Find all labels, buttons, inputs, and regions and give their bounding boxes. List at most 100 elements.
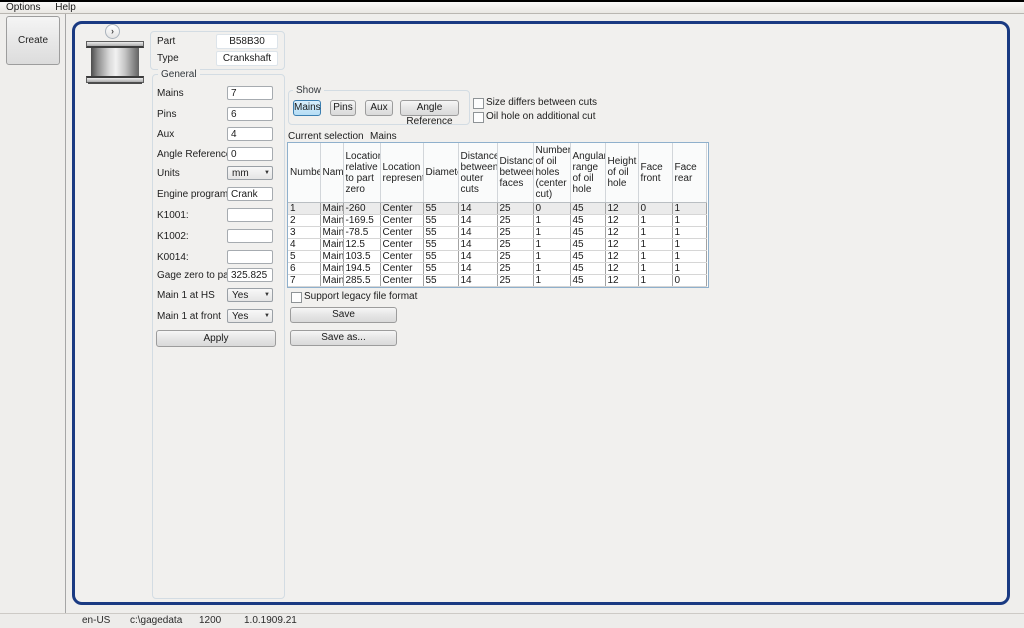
table-cell[interactable]: 12 [605, 275, 638, 287]
column-header[interactable]: Angular range of oil hole [570, 143, 605, 203]
table-cell[interactable]: -260 [343, 203, 380, 215]
table-cell[interactable]: Center [380, 251, 423, 263]
save-button[interactable]: Save [290, 307, 397, 323]
show-pins-button[interactable]: Pins [330, 100, 356, 116]
table-cell[interactable]: 55 [423, 227, 458, 239]
column-header[interactable]: Name [320, 143, 343, 203]
table-cell[interactable]: 7 [288, 275, 320, 287]
table-cell[interactable]: 103.5 [343, 251, 380, 263]
table-cell[interactable]: 14 [458, 275, 497, 287]
table-cell[interactable]: 12 [605, 251, 638, 263]
table-cell[interactable]: 55 [423, 215, 458, 227]
table-cell[interactable]: 45 [570, 215, 605, 227]
aux-input[interactable] [227, 127, 273, 141]
table-cell[interactable]: Main 1 [320, 203, 343, 215]
table-cell[interactable]: 25 [497, 239, 533, 251]
table-cell[interactable]: 14 [458, 227, 497, 239]
table-cell[interactable]: Center [380, 239, 423, 251]
table-cell[interactable]: 1 [638, 251, 672, 263]
table-cell[interactable]: Main 4 [320, 239, 343, 251]
table-cell[interactable]: 14 [458, 215, 497, 227]
table-cell[interactable]: 1 [638, 215, 672, 227]
table-cell[interactable]: 1 [533, 215, 570, 227]
table-cell[interactable]: 45 [570, 239, 605, 251]
table-cell[interactable]: 4 [288, 239, 320, 251]
column-header[interactable]: Distance between faces [497, 143, 533, 203]
column-header[interactable]: Face front [638, 143, 672, 203]
table-cell[interactable]: Center [380, 275, 423, 287]
table-cell[interactable]: Main 7 [320, 275, 343, 287]
table-cell[interactable]: 1 [533, 263, 570, 275]
table-cell[interactable]: 194.5 [343, 263, 380, 275]
table-cell[interactable]: 12 [605, 239, 638, 251]
show-mains-button[interactable]: Mains [293, 100, 321, 116]
units-select[interactable]: mm ▼ [227, 166, 273, 180]
table-cell[interactable]: 1 [533, 275, 570, 287]
table-cell[interactable]: 45 [570, 251, 605, 263]
table-cell[interactable]: 12 [605, 203, 638, 215]
menu-options[interactable]: Options [0, 2, 46, 13]
column-header[interactable]: Height of oil hole [605, 143, 638, 203]
table-cell[interactable]: Main 6 [320, 263, 343, 275]
table-cell[interactable]: 12 [605, 215, 638, 227]
table-cell[interactable]: Center [380, 215, 423, 227]
mains-input[interactable] [227, 86, 273, 100]
table-cell[interactable]: 6 [288, 263, 320, 275]
column-header[interactable]: Number [288, 143, 320, 203]
column-header[interactable]: Face rear [672, 143, 706, 203]
column-header[interactable]: Distance between outer cuts [458, 143, 497, 203]
save-as-button[interactable]: Save as... [290, 330, 397, 346]
column-header[interactable]: Number of oil holes (center cut) [533, 143, 570, 203]
table-cell[interactable]: 25 [497, 275, 533, 287]
table-cell[interactable]: 25 [497, 251, 533, 263]
apply-button[interactable]: Apply [156, 330, 276, 347]
show-aux-button[interactable]: Aux [365, 100, 393, 116]
table-cell[interactable]: 1 [672, 215, 706, 227]
table-cell[interactable]: 55 [423, 275, 458, 287]
table-cell[interactable]: 1 [533, 251, 570, 263]
table-cell[interactable]: 1 [638, 263, 672, 275]
legacy-format-checkbox[interactable] [291, 292, 302, 303]
table-cell[interactable]: 1 [638, 275, 672, 287]
table-cell[interactable]: Center [380, 227, 423, 239]
main1-hs-select[interactable]: Yes ▼ [227, 288, 273, 302]
column-header[interactable]: Diameter [423, 143, 458, 203]
table-cell[interactable]: -169.5 [343, 215, 380, 227]
table-cell[interactable]: 45 [570, 263, 605, 275]
table-cell[interactable]: 2 [288, 215, 320, 227]
table-cell[interactable]: 5 [288, 251, 320, 263]
table-cell[interactable]: 25 [497, 227, 533, 239]
table-cell[interactable]: 1 [533, 239, 570, 251]
menu-help[interactable]: Help [49, 2, 82, 13]
table-cell[interactable]: Main 5 [320, 251, 343, 263]
table-cell[interactable]: 1 [638, 227, 672, 239]
table-cell[interactable]: 0 [672, 275, 706, 287]
pins-input[interactable] [227, 107, 273, 121]
table-cell[interactable]: 45 [570, 275, 605, 287]
table-cell[interactable]: 1 [672, 203, 706, 215]
table-cell[interactable]: 1 [533, 227, 570, 239]
table-cell[interactable]: 0 [638, 203, 672, 215]
table-cell[interactable]: 55 [423, 239, 458, 251]
table-cell[interactable]: 55 [423, 203, 458, 215]
table-cell[interactable]: 0 [533, 203, 570, 215]
table-cell[interactable]: Center [380, 263, 423, 275]
table-cell[interactable]: 12 [605, 263, 638, 275]
table-cell[interactable]: -78.5 [343, 227, 380, 239]
main1-front-select[interactable]: Yes ▼ [227, 309, 273, 323]
table-cell[interactable]: 1 [672, 251, 706, 263]
show-angle-reference-button[interactable]: Angle Reference [400, 100, 459, 116]
table-cell[interactable]: 1 [672, 227, 706, 239]
angle-reference-input[interactable] [227, 147, 273, 161]
oil-hole-checkbox[interactable] [473, 112, 484, 123]
column-header[interactable]: Location represents [380, 143, 423, 203]
create-button[interactable]: Create [6, 16, 60, 65]
table-cell[interactable]: 45 [570, 227, 605, 239]
table-cell[interactable]: 14 [458, 251, 497, 263]
table-cell[interactable]: Center [380, 203, 423, 215]
k0014-input[interactable] [227, 250, 273, 264]
table-cell[interactable]: 25 [497, 215, 533, 227]
table-cell[interactable]: 12.5 [343, 239, 380, 251]
table-cell[interactable]: 45 [570, 203, 605, 215]
expander-button[interactable]: › [105, 24, 120, 39]
